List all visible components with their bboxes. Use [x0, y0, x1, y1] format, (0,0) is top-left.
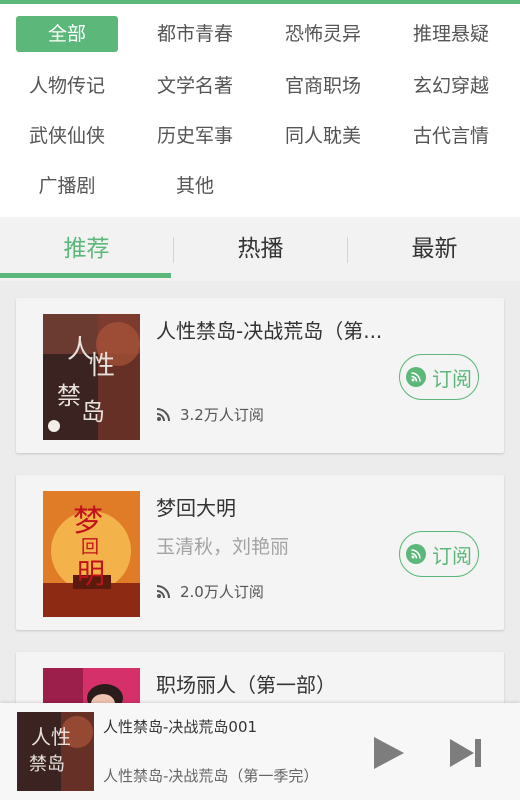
book-title[interactable]: 梦回大明 [156, 492, 406, 521]
book-cover-orange-moon[interactable]: 梦 回 明 [43, 491, 140, 617]
category-other[interactable]: 其他 [144, 168, 246, 204]
category-fantasy[interactable]: 玄幻穿越 [400, 68, 502, 104]
subscriber-count: 2.0万人订阅 [156, 581, 264, 601]
subscribe-label: 订阅 [432, 543, 472, 568]
category-classics[interactable]: 文学名著 [144, 68, 246, 104]
book-cover-dark-red[interactable]: 人 性 禁 岛 [43, 314, 140, 440]
category-history[interactable]: 历史军事 [144, 118, 246, 154]
book-title[interactable]: 人性禁岛-决战荒岛（第... [156, 315, 406, 344]
rss-icon [156, 585, 170, 599]
now-playing-cover[interactable]: 人性 禁岛 [17, 712, 94, 791]
tab-newest[interactable]: 最新 [348, 217, 520, 281]
book-card[interactable]: 职场丽人（第一部） [16, 652, 504, 703]
category-radio-drama[interactable]: 广播剧 [16, 168, 118, 204]
book-card[interactable]: 人 性 禁 岛 人性禁岛-决战荒岛（第... 订阅 3.2万人订阅 [16, 298, 504, 453]
category-mystery[interactable]: 推理悬疑 [400, 16, 502, 52]
category-all[interactable]: 全部 [16, 16, 118, 52]
category-fan-fiction[interactable]: 同人耽美 [272, 118, 374, 154]
category-ancient-romance[interactable]: 古代言情 [400, 118, 502, 154]
category-horror[interactable]: 恐怖灵异 [272, 16, 374, 52]
tab-recommended[interactable]: 推荐 [0, 217, 173, 281]
svg-text:岛: 岛 [81, 398, 105, 426]
book-list[interactable]: 人 性 禁 岛 人性禁岛-决战荒岛（第... 订阅 3.2万人订阅 梦 回 明 … [0, 281, 520, 703]
skip-next-icon[interactable] [446, 733, 486, 773]
book-cover-pink[interactable] [43, 668, 140, 703]
svg-text:人性: 人性 [31, 725, 71, 749]
mini-player[interactable]: 人性 禁岛 人性禁岛-决战荒岛001 人性禁岛-决战荒岛（第一季完） [0, 703, 520, 800]
category-workplace[interactable]: 官商职场 [272, 68, 374, 104]
subscriber-count-text: 2.0万人订阅 [180, 582, 264, 601]
subscribe-label: 订阅 [432, 366, 472, 391]
play-icon[interactable] [368, 733, 408, 773]
subscriber-count-text: 3.2万人订阅 [180, 405, 264, 424]
rss-icon [406, 367, 426, 387]
book-card[interactable]: 梦 回 明 梦回大明 玉清秋，刘艳丽 订阅 2.0万人订阅 [16, 475, 504, 630]
subscribe-button[interactable]: 订阅 [399, 531, 479, 577]
tab-hot[interactable]: 热播 [174, 217, 347, 281]
svg-text:回: 回 [81, 537, 99, 558]
category-panel: 全部 都市青春 恐怖灵异 推理悬疑 人物传记 文学名著 官商职场 玄幻穿越 武侠… [0, 4, 520, 217]
active-tab-indicator [0, 273, 171, 278]
category-wuxia[interactable]: 武侠仙侠 [16, 118, 118, 154]
category-urban-youth[interactable]: 都市青春 [144, 16, 246, 52]
book-title[interactable]: 职场丽人（第一部） [156, 669, 406, 698]
book-author: 玉清秋，刘艳丽 [156, 536, 290, 558]
svg-text:禁: 禁 [57, 382, 81, 410]
tab-bar: 推荐 热播 最新 [0, 217, 520, 281]
svg-text:明: 明 [77, 557, 105, 590]
category-biography[interactable]: 人物传记 [16, 68, 118, 104]
subscriber-count: 3.2万人订阅 [156, 404, 264, 424]
subscribe-button[interactable]: 订阅 [399, 354, 479, 400]
now-playing-series: 人性禁岛-决战荒岛（第一季完） [103, 767, 319, 785]
rss-icon [156, 408, 170, 422]
rss-icon [406, 544, 426, 564]
svg-text:梦: 梦 [73, 504, 103, 539]
now-playing-episode: 人性禁岛-决战荒岛001 [103, 718, 258, 736]
svg-text:性: 性 [89, 351, 115, 381]
svg-text:禁岛: 禁岛 [29, 754, 65, 775]
